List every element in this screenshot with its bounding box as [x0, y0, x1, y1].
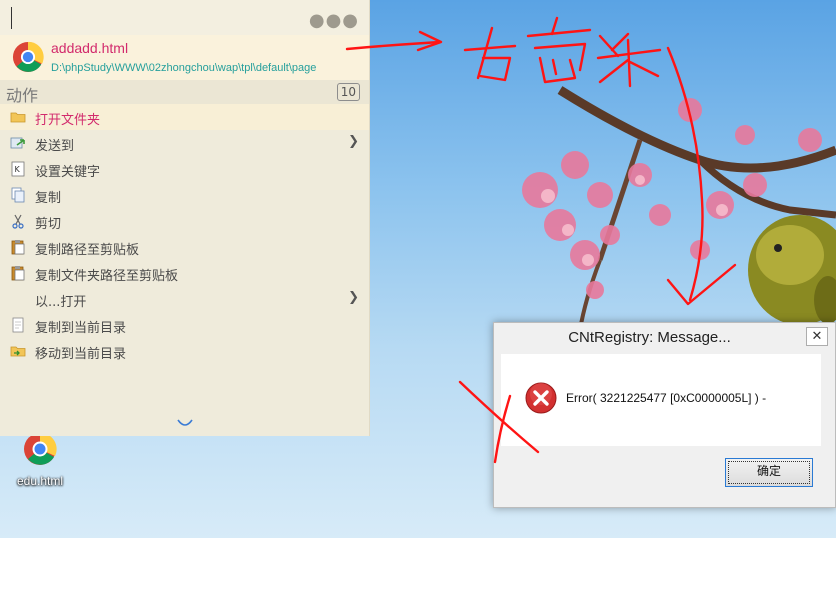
action-copy[interactable]: 复制 — [0, 182, 369, 208]
actions-header: 动作 10 — [0, 80, 369, 105]
chevron-right-icon: ❯ — [348, 134, 359, 149]
keyword-icon: K — [11, 161, 25, 177]
chrome-icon — [24, 432, 57, 465]
action-copy-to-current-dir[interactable]: 复制到当前目录 — [0, 312, 369, 338]
dialog-body: Error( 3221225477 [0xC0000005L] ) - — [501, 354, 821, 446]
dialog-title: CNtRegistry: Message... — [568, 329, 731, 346]
scissors-icon — [12, 214, 24, 229]
action-label: 复制文件夹路径至剪贴板 — [35, 269, 179, 284]
action-copy-folder-path[interactable]: 复制文件夹路径至剪贴板 — [0, 260, 369, 286]
action-label: 剪切 — [35, 217, 62, 232]
launcher-panel: ●●● addadd.html D:\phpStudy\WWW\02zhongc… — [0, 0, 370, 436]
action-send-to[interactable]: 发送到 ❯ — [0, 130, 369, 156]
error-icon — [525, 382, 557, 414]
clipboard-icon — [11, 266, 25, 281]
copy-icon — [11, 187, 25, 203]
action-label: 发送到 — [35, 139, 75, 154]
chrome-icon — [12, 41, 44, 73]
action-set-keyword[interactable]: K 设置关键字 — [0, 156, 369, 182]
more-dots-icon[interactable]: ●●● — [309, 10, 359, 31]
copy-file-icon — [12, 317, 24, 333]
folder-icon — [10, 112, 26, 123]
action-label: 复制 — [35, 191, 62, 206]
dialog-titlebar[interactable]: CNtRegistry: Message... ✕ — [494, 323, 835, 353]
chevron-right-icon: ❯ — [348, 290, 359, 305]
action-label: 复制路径至剪贴板 — [35, 243, 140, 258]
error-dialog: CNtRegistry: Message... ✕ Error( 3221225… — [493, 322, 836, 508]
action-open-folder[interactable]: 打开文件夹 — [0, 104, 369, 130]
actions-title: 动作 — [6, 86, 39, 105]
desktop-file-edu[interactable]: edu.html — [8, 432, 72, 488]
close-icon[interactable]: ✕ — [806, 327, 828, 346]
action-copy-path[interactable]: 复制路径至剪贴板 — [0, 234, 369, 260]
search-row[interactable]: ●●● — [0, 0, 369, 35]
action-label: 复制到当前目录 — [35, 321, 127, 336]
clipboard-icon — [11, 240, 25, 255]
action-label: 以...打开 — [35, 295, 87, 310]
result-path: D:\phpStudy\WWW\02zhongchou\wap\tpl\defa… — [51, 62, 317, 74]
actions-count-badge: 10 — [336, 83, 360, 101]
result-item[interactable]: addadd.html D:\phpStudy\WWW\02zhongchou\… — [0, 35, 369, 80]
result-title: addadd.html — [51, 40, 129, 56]
move-file-icon — [10, 346, 26, 357]
action-label: 打开文件夹 — [35, 113, 101, 128]
send-icon — [10, 137, 25, 149]
action-open-with[interactable]: 以...打开 ❯ — [0, 286, 369, 312]
desktop-file-label: edu.html — [16, 474, 64, 488]
text-caret — [11, 7, 12, 29]
action-move-to-current-dir[interactable]: 移动到当前目录 — [0, 338, 369, 364]
dialog-message: Error( 3221225477 [0xC0000005L] ) - — [566, 391, 767, 405]
action-label: 设置关键字 — [35, 165, 101, 180]
action-cut[interactable]: 剪切 — [0, 208, 369, 234]
svg-text:K: K — [15, 165, 21, 174]
ok-button[interactable]: 确定 — [725, 458, 813, 487]
action-label: 移动到当前目录 — [35, 347, 127, 362]
loading-spinner-icon — [177, 419, 193, 426]
